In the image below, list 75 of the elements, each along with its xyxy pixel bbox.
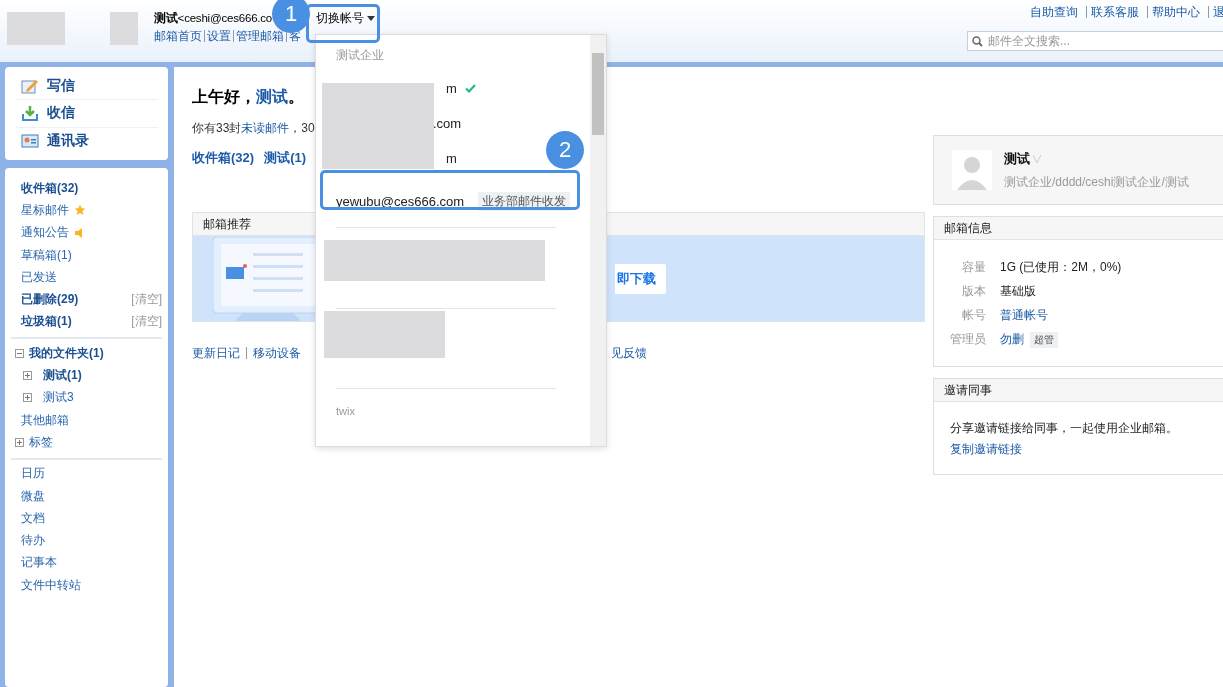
footer-link[interactable]: 更新日记 <box>192 347 246 359</box>
info-label: 容量 <box>961 259 986 276</box>
info-label: 版本 <box>961 283 986 300</box>
greeting: 上午好，测试。 <box>192 87 304 107</box>
pencil-icon <box>21 78 39 95</box>
footer-link[interactable]: 移动设备 <box>246 347 307 359</box>
folder-link[interactable]: 通知公告 <box>21 224 69 242</box>
folder-link[interactable]: 测试(1) <box>43 367 82 384</box>
profile-name: 测试 <box>1004 149 1030 168</box>
folder-link[interactable]: 标签 <box>29 433 53 451</box>
nav-link[interactable]: 设置 <box>204 30 233 42</box>
folder-link[interactable]: 已发送 <box>21 268 57 286</box>
check-icon <box>464 84 476 93</box>
folder-link[interactable]: 草稿箱(1) <box>21 246 72 264</box>
folder-link[interactable]: 记事本 <box>21 554 57 572</box>
unread-text: 你有33封未读邮件，30 <box>192 120 315 137</box>
redaction-block <box>110 12 138 45</box>
account-item[interactable]: .com <box>433 112 462 135</box>
panel-title: 邀请同事 <box>934 379 1223 402</box>
user-email: 测试<ceshi@ces666.co <box>154 11 273 26</box>
quick-link[interactable]: 收件箱(32) <box>192 149 255 167</box>
folder-link[interactable]: 微盘 <box>21 487 45 505</box>
folder-link[interactable]: 待办 <box>21 532 45 550</box>
top-link[interactable]: 联系客服 <box>1086 6 1143 18</box>
scrollbar[interactable] <box>590 35 606 446</box>
info-label: 管理员 <box>949 331 986 348</box>
folder-link[interactable]: 日历 <box>21 465 45 483</box>
caret-down-icon <box>367 16 375 21</box>
expand-icon[interactable] <box>23 371 32 380</box>
collapse-icon[interactable] <box>15 348 24 358</box>
folder-link[interactable]: 测试3 <box>43 389 74 407</box>
star-icon <box>74 204 86 217</box>
action-link[interactable]: 收信 <box>15 100 158 128</box>
download-tray-icon <box>21 105 39 122</box>
avatar-icon <box>952 150 992 190</box>
contact-card-icon <box>21 132 39 149</box>
folder-link[interactable]: 星标邮件 <box>21 201 69 219</box>
info-link[interactable]: 普通帐号 <box>1000 307 1048 324</box>
info-value: 1G (已使用：2M，0%) <box>1000 259 1122 276</box>
account-item[interactable]: m <box>446 147 457 170</box>
invite-text: 分享邀请链接给同事，一起使用企业邮箱。 <box>950 420 1179 437</box>
search-icon <box>972 36 983 47</box>
role-tag: 超管 <box>1030 331 1058 348</box>
redaction-block <box>7 12 65 45</box>
unread-link[interactable]: 未读邮件 <box>241 121 290 135</box>
top-link[interactable]: 帮助中心 <box>1147 6 1204 18</box>
top-link[interactable]: 自助查询 <box>1030 6 1082 18</box>
speaker-icon <box>74 227 85 238</box>
group-label: 测试企业 <box>335 47 385 64</box>
folder-link[interactable]: 垃圾箱(1) <box>21 313 72 331</box>
copy-link[interactable]: 复制邀请链接 <box>950 441 1207 458</box>
info-value: 基础版 <box>1000 283 1036 300</box>
folder-link[interactable]: 已删除(29) <box>21 291 79 309</box>
action-link[interactable]: 写信 <box>15 73 158 101</box>
footer-link[interactable]: 见反馈 <box>611 347 653 359</box>
quick-link[interactable]: 测试(1) <box>264 149 306 167</box>
verified-icon <box>1033 154 1041 163</box>
search-field[interactable]: 邮件全文搜索... <box>967 31 1223 51</box>
info-label: 帐号 <box>961 307 986 324</box>
expand-icon[interactable] <box>23 393 32 403</box>
folder-link[interactable]: 文件中转站 <box>21 576 81 594</box>
switch-account-button[interactable]: 切换帐号 <box>312 8 379 29</box>
group-label: twix <box>335 404 356 419</box>
folder-link[interactable]: 其他邮箱 <box>21 411 69 429</box>
folder-link[interactable]: 收件箱(32) <box>21 179 79 197</box>
expand-icon[interactable] <box>15 437 24 447</box>
info-link[interactable]: 勿删 <box>1000 331 1024 348</box>
department-path: 测试企业/dddd/ceshi测试企业/测试 <box>1004 173 1189 191</box>
nav-link[interactable]: 邮箱首页 <box>154 30 204 42</box>
account-item[interactable]: yewubu@ces666.com 业务部邮件收发 <box>336 190 571 212</box>
action-link[interactable]: 通讯录 <box>15 127 158 154</box>
folder-link[interactable]: 文档 <box>21 509 45 527</box>
folder-link[interactable]: 我的文件夹(1) <box>29 344 104 362</box>
download-button[interactable]: 即下载 <box>615 263 666 294</box>
panel-title: 邮箱信息 <box>934 217 1223 240</box>
